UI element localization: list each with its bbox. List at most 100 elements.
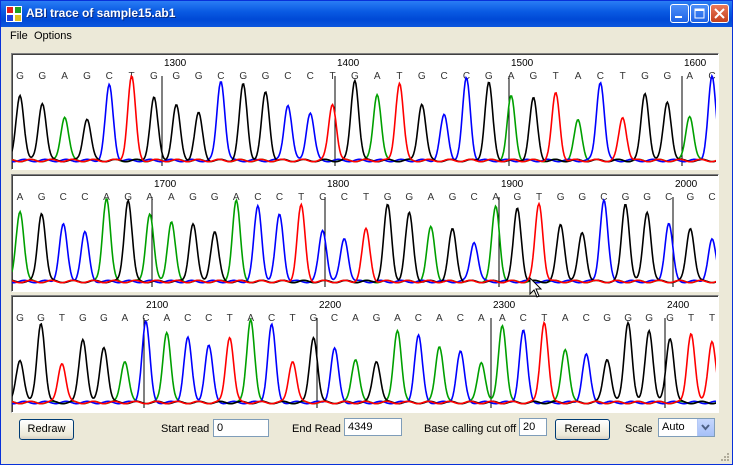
redraw-button[interactable]: Redraw — [19, 419, 74, 440]
trace-A — [12, 198, 716, 284]
end-read-field[interactable]: 4349 — [344, 418, 402, 436]
window-title: ABI trace of sample15.ab1 — [26, 6, 176, 20]
base-call-letter: G — [449, 192, 457, 203]
base-call-letter: A — [103, 192, 110, 203]
base-call-letter: C — [319, 192, 326, 203]
resize-grip-icon[interactable] — [718, 450, 730, 462]
base-call-letter: A — [428, 192, 435, 203]
base-call-letter: G — [100, 313, 108, 324]
base-call-letter: A — [17, 192, 24, 203]
chromatogram: 1300 1400 1500 1600 G G A G C T G G G C G G C C T G A T G C C G A G… — [12, 58, 716, 166]
base-call-letter: G — [530, 71, 538, 82]
base-call-letter: G — [578, 192, 586, 203]
start-read-label: Start read — [161, 423, 210, 435]
base-call-letter: A — [122, 313, 129, 324]
base-call-letter: A — [686, 71, 693, 82]
position-tick-label: 2000 — [675, 179, 698, 190]
menu-file[interactable]: File — [10, 30, 28, 42]
base-call-letter: T — [396, 71, 402, 82]
close-button[interactable] — [710, 4, 729, 23]
base-call-letter: C — [268, 313, 275, 324]
menu-options[interactable]: Options — [34, 30, 72, 42]
base-call-letter: A — [352, 313, 359, 324]
trace-panel-3[interactable]: 2100 2200 2300 2400 G G T G G A C A C C T A C T G C A G A C A C A A… — [11, 295, 719, 413]
base-call-letter: G — [172, 71, 180, 82]
trace-G — [12, 198, 716, 284]
base-call-letter: T — [329, 71, 335, 82]
position-tick-label: 1500 — [511, 58, 534, 69]
base-call-letter: A — [478, 313, 485, 324]
trace-C — [12, 73, 716, 163]
base-call-letter: G — [557, 192, 565, 203]
base-call-letter: G — [16, 71, 24, 82]
trace-A — [12, 317, 716, 405]
scale-select[interactable]: Auto — [658, 418, 715, 437]
base-call-letter: G — [189, 192, 197, 203]
base-call-letter: T — [709, 313, 715, 324]
end-read-label: End Read — [292, 423, 341, 435]
base-call-letter: G — [38, 71, 46, 82]
base-call-letter: C — [341, 192, 348, 203]
base-call-letter: G — [239, 71, 247, 82]
base-call-letter: T — [536, 192, 542, 203]
dropdown-arrow[interactable] — [697, 419, 714, 436]
base-call-letter: A — [436, 313, 443, 324]
base-call-letter: C — [205, 313, 212, 324]
base-call-letter: G — [622, 192, 630, 203]
base-call-letter: G — [373, 313, 381, 324]
base-call-letter: G — [405, 192, 413, 203]
base-call-letter: A — [508, 71, 515, 82]
position-tick-label: 1400 — [337, 58, 360, 69]
base-call-letter: C — [276, 192, 283, 203]
base-call-letter: T — [620, 71, 626, 82]
base-call-letter: G — [663, 71, 671, 82]
minimize-icon — [675, 16, 682, 18]
base-call-letter: G — [418, 71, 426, 82]
base-call-letter: C — [583, 313, 590, 324]
cutoff-field[interactable]: 20 — [519, 418, 547, 436]
base-call-letter: C — [184, 313, 191, 324]
base-call-letter: G — [603, 313, 611, 324]
trace-panel-2[interactable]: 1700 1800 1900 2000 A G C C A G A A G G A C C T C C T G G A G C A G… — [11, 174, 719, 292]
trace-panel-1[interactable]: 1300 1400 1500 1600 G G A G C T G G G C G G C C T G A T G C C G A G… — [11, 53, 719, 170]
base-call-letter: T — [298, 192, 304, 203]
base-call-letter: C — [331, 313, 338, 324]
reread-button[interactable]: Reread — [555, 419, 610, 440]
title-bar[interactable]: ABI trace of sample15.ab1 — [1, 1, 732, 27]
base-call-letter: C — [60, 192, 67, 203]
base-call-letter: G — [384, 192, 392, 203]
maximize-button[interactable] — [690, 4, 709, 23]
chromatogram: 1700 1800 1900 2000A G C C A G A A G G A C C T C C T G G A G C A G… — [12, 179, 716, 287]
base-call-letter: C — [597, 71, 604, 82]
maximize-icon — [694, 8, 705, 19]
base-call-letter: C — [665, 192, 672, 203]
base-call-letter: C — [463, 71, 470, 82]
base-call-letter: G — [666, 313, 674, 324]
chromatogram: 2100 2200 2300 2400 G G T G G A C A C C T A C T G C A G A C A C A A… — [12, 300, 716, 408]
base-call-letter: T — [59, 313, 65, 324]
base-call-letter: C — [415, 313, 422, 324]
trace-T — [12, 201, 716, 284]
cutoff-label: Base calling cut off — [424, 423, 517, 435]
base-call-letter: A — [163, 313, 170, 324]
position-tick-label: 1900 — [501, 179, 524, 190]
base-call-letter: C — [708, 192, 715, 203]
base-call-letter: G — [513, 192, 521, 203]
minimize-button[interactable] — [670, 4, 689, 23]
base-call-letter: A — [492, 192, 499, 203]
base-call-letter: G — [38, 192, 46, 203]
scale-select-value: Auto — [662, 421, 685, 433]
base-call-letter: C — [441, 71, 448, 82]
base-call-letter: C — [457, 313, 464, 324]
start-read-field[interactable]: 0 — [213, 419, 269, 437]
base-call-letter: T — [363, 192, 369, 203]
position-tick-label: 1800 — [327, 179, 350, 190]
base-call-letter: T — [290, 313, 296, 324]
base-call-letter: G — [643, 192, 651, 203]
base-call-letter: G — [211, 192, 219, 203]
base-call-letter: C — [307, 71, 314, 82]
base-call-letter: C — [81, 192, 88, 203]
base-call-letter: T — [688, 313, 694, 324]
base-call-letter: G — [645, 313, 653, 324]
base-call-letter: G — [195, 71, 203, 82]
